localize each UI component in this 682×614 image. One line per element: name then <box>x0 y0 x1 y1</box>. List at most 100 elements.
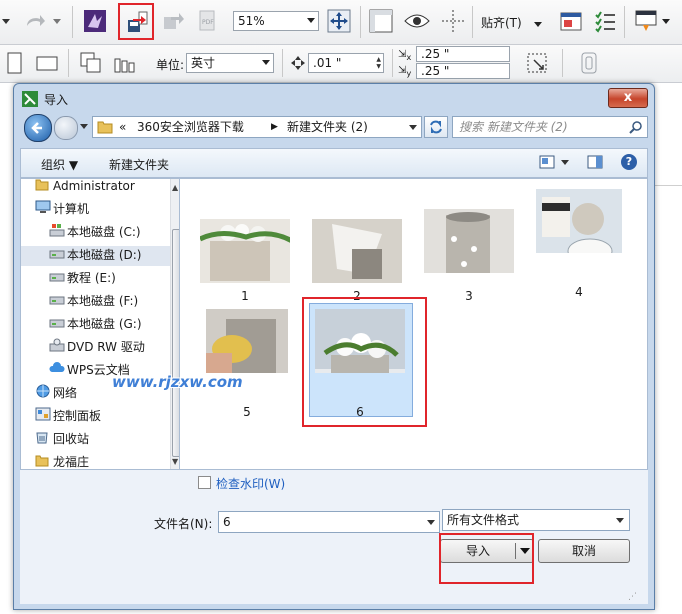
search-input[interactable]: 搜索 新建文件夹 (2) <box>452 116 648 138</box>
tree-item[interactable]: 教程 (E:) <box>49 268 116 288</box>
publish-pdf-icon[interactable]: PDF <box>192 6 222 36</box>
tree-item[interactable]: 本地磁盘 (F:) <box>49 291 138 311</box>
breadcrumb-overflow[interactable]: « <box>119 117 126 137</box>
watermark-checkbox[interactable] <box>198 476 211 489</box>
organize-menu[interactable]: 组织 ▼ <box>41 156 78 173</box>
breadcrumb-separator-icon[interactable]: ▶ <box>271 117 278 137</box>
export-icon[interactable] <box>158 6 188 36</box>
file-type-dropdown-arrow[interactable] <box>616 518 624 523</box>
redo-dropdown-arrow[interactable] <box>50 6 64 36</box>
file-item[interactable]: 4 <box>536 189 626 299</box>
tree-item-label: Administrator <box>53 179 135 193</box>
application-launcher-icon[interactable] <box>632 6 662 36</box>
preview-pane-icon[interactable] <box>587 155 603 172</box>
checklist-icon[interactable] <box>590 6 620 36</box>
close-button[interactable]: x <box>608 88 648 108</box>
current-page-icon[interactable] <box>110 48 140 78</box>
grid-view-icon[interactable] <box>402 6 432 36</box>
tree-item[interactable]: Administrator <box>35 179 135 196</box>
rulers-icon[interactable] <box>366 6 396 36</box>
tree-item-label: 本地磁盘 (F:) <box>67 294 139 308</box>
history-dropdown-arrow[interactable] <box>80 124 88 129</box>
snap-to-menu[interactable]: 贴齐(T) <box>481 14 542 31</box>
new-folder-button[interactable]: 新建文件夹 <box>109 156 169 173</box>
tree-item-label: WPS云文档 <box>67 363 130 377</box>
tree-item[interactable]: 本地磁盘 (D:) <box>49 245 141 265</box>
control-panel-icon <box>35 407 53 427</box>
edit-page-icon[interactable] <box>574 48 604 78</box>
address-dropdown-arrow[interactable] <box>409 125 417 130</box>
network-icon <box>35 384 53 404</box>
cancel-button[interactable]: 取消 <box>538 539 630 563</box>
breadcrumb[interactable]: « 360安全浏览器下载 ▶ 新建文件夹 (2) <box>92 116 422 138</box>
refresh-button[interactable] <box>424 116 448 138</box>
tree-item[interactable]: 控制面板 <box>35 406 101 426</box>
scroll-thumb[interactable] <box>172 229 179 457</box>
change-view-icon[interactable] <box>539 155 555 172</box>
page-border <box>655 185 682 186</box>
redo-icon[interactable] <box>20 6 50 36</box>
treat-as-filled-icon[interactable] <box>522 48 552 78</box>
duplicate-x-input[interactable]: .25 " <box>416 46 510 62</box>
view-dropdown-arrow[interactable] <box>561 160 569 165</box>
filename-dropdown-arrow[interactable] <box>427 520 435 525</box>
tree-item[interactable]: 回收站 <box>35 429 89 449</box>
file-item[interactable]: 5 <box>206 309 296 419</box>
scroll-up-icon[interactable]: ▲ <box>172 183 178 192</box>
nudge-distance-input[interactable]: .01 " ▲ ▼ <box>308 53 384 73</box>
resize-grip-icon[interactable]: ⋰ <box>628 592 646 606</box>
thumbnail-image <box>206 309 288 401</box>
help-icon[interactable]: ? <box>621 154 637 170</box>
all-pages-icon[interactable] <box>76 48 106 78</box>
nudge-icon <box>290 55 306 74</box>
portrait-icon[interactable] <box>0 48 30 78</box>
zoom-level-select[interactable]: 51% <box>233 11 319 31</box>
breadcrumb-item[interactable]: 360安全浏览器下载 <box>137 117 244 137</box>
landscape-icon[interactable] <box>32 48 62 78</box>
recycle-bin-icon <box>35 430 53 450</box>
thumbnail-image <box>424 209 516 285</box>
watermark-checkbox-label[interactable]: 检查水印(W) <box>216 475 285 492</box>
import-button-highlight-box <box>439 533 534 584</box>
tree-item[interactable]: 龙福庄 <box>35 452 89 469</box>
forward-button[interactable] <box>54 116 78 140</box>
watermark-text: www.rjzxw.com <box>112 373 243 391</box>
tree-scrollbar[interactable]: ▲ ▼ <box>170 179 179 469</box>
back-button[interactable] <box>24 114 52 142</box>
unit-label: 单位: <box>156 58 185 72</box>
dvd-drive-icon <box>49 338 67 358</box>
duplicate-distance-icon: ⇲x ⇲y <box>398 49 412 78</box>
tree-item[interactable]: WPS云文档 <box>49 360 130 380</box>
drive-icon <box>49 315 67 335</box>
toolbar-dropdown-arrow[interactable] <box>0 6 12 36</box>
breadcrumb-item[interactable]: 新建文件夹 (2) <box>287 117 368 137</box>
standard-toolbar: PDF 51% 贴齐(T) <box>0 0 682 45</box>
guidelines-icon[interactable] <box>438 6 468 36</box>
tree-item[interactable]: 本地磁盘 (G:) <box>49 314 142 334</box>
navigation-pane: Administrator 计算机本地磁盘 (C:) 本地磁盘 (D:) 教程 (E:… <box>20 178 180 470</box>
corel-launcher-icon[interactable] <box>80 6 110 36</box>
file-item[interactable]: 1 <box>198 219 294 303</box>
folder-icon <box>97 120 113 140</box>
file-item[interactable]: 2 <box>312 219 404 303</box>
corel-app-icon <box>22 91 38 110</box>
tree-item[interactable]: 网络 <box>35 383 77 403</box>
file-type-select[interactable]: 所有文件格式 <box>442 509 630 531</box>
tree-item[interactable]: 本地磁盘 (C:) <box>49 222 141 242</box>
scroll-down-icon[interactable]: ▼ <box>172 457 178 466</box>
options-icon[interactable] <box>556 6 586 36</box>
tree-item-label: 控制面板 <box>53 409 102 423</box>
tree-item[interactable]: 计算机 <box>35 199 89 219</box>
tree-item-label: 计算机 <box>53 202 90 216</box>
property-bar: 单位: 英寸 .01 " ▲ ▼ ⇲x ⇲y .25 " .25 " <box>0 45 682 83</box>
drive-icon <box>49 292 67 312</box>
file-item[interactable]: 3 <box>424 209 516 303</box>
full-screen-preview-icon[interactable] <box>324 6 354 36</box>
duplicate-y-input[interactable]: .25 " <box>416 63 510 79</box>
tree-item[interactable]: DVD RW 驱动 <box>49 337 145 357</box>
filename-input[interactable]: 6 <box>218 511 440 533</box>
tree-item-label: 本地磁盘 (C:) <box>67 225 141 239</box>
unit-select[interactable]: 英寸 <box>186 53 274 73</box>
launcher-dropdown-arrow[interactable] <box>662 19 670 24</box>
filename-label: 文件名(N): <box>154 517 213 531</box>
